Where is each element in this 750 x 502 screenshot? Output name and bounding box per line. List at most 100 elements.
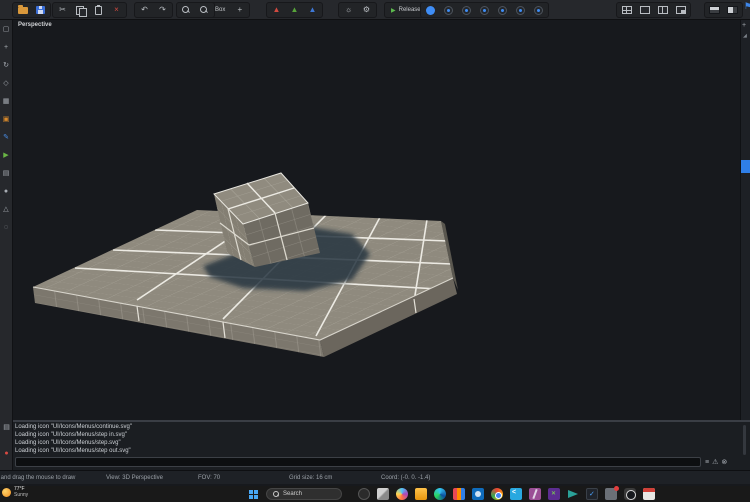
layout-single-button[interactable] <box>636 4 653 17</box>
environment-icon: ☼ <box>345 6 352 14</box>
redo-button[interactable]: ↷ <box>154 4 171 17</box>
task-view-icon[interactable] <box>377 488 389 500</box>
add-tool-button[interactable]: + <box>231 4 248 17</box>
layout-quad-button[interactable] <box>618 4 635 17</box>
open-folder-button[interactable] <box>14 4 31 17</box>
world-sphere-6-button[interactable] <box>512 4 529 17</box>
mesh-tool-icon: ▤ <box>3 170 10 177</box>
windows-taskbar: 77°F Sunny Search <box>0 486 750 502</box>
move-tool-button[interactable]: + <box>1 43 11 52</box>
console-input[interactable] <box>15 457 701 467</box>
outlook-icon[interactable] <box>472 488 484 500</box>
weather-widget[interactable]: 77°F Sunny <box>2 487 28 498</box>
clipboard-app-icon[interactable] <box>643 488 655 500</box>
world-sphere-7-icon <box>534 6 543 15</box>
world-sphere-1-button[interactable] <box>422 4 439 17</box>
console-clear-icon[interactable]: ⊗ <box>721 459 727 466</box>
console-menu-icon[interactable]: ≡ <box>705 459 709 466</box>
snap-tool-button[interactable]: ▦ <box>1 97 11 106</box>
add-panel-button[interactable]: + <box>742 22 746 29</box>
box-brush-tool-icon: ▣ <box>3 116 10 123</box>
camera-tool-icon: △ <box>3 206 8 213</box>
taskbar-search[interactable]: Search <box>266 488 342 500</box>
panel-right-icon <box>727 6 738 14</box>
search-icon <box>273 491 279 497</box>
world-sphere-4-icon <box>480 6 489 15</box>
world-sphere-3-button[interactable] <box>458 4 475 17</box>
start-button[interactable] <box>249 490 258 499</box>
cut-button[interactable]: ✂ <box>54 4 71 17</box>
mesh-tool-button[interactable]: ▤ <box>1 169 11 178</box>
visual-studio-icon[interactable] <box>529 488 541 500</box>
dev-tool-icon[interactable] <box>548 488 560 500</box>
notification-app-icon[interactable] <box>605 488 617 500</box>
terrain-red-button[interactable]: ▲ <box>268 4 285 17</box>
scrollbar-thumb[interactable] <box>741 160 750 173</box>
rotate-tool-icon: ↻ <box>3 62 9 69</box>
draw-tool-button[interactable]: ✎ <box>1 133 11 142</box>
microsoft-store-icon[interactable] <box>453 488 465 500</box>
3d-viewport[interactable]: Perspective <box>13 20 740 420</box>
layout-single-icon <box>640 6 650 14</box>
move-tool-icon: + <box>4 44 8 51</box>
edge-browser-icon[interactable] <box>434 488 446 500</box>
paste-button[interactable] <box>90 4 107 17</box>
open-folder-icon <box>18 7 28 14</box>
zoom-out-button[interactable] <box>196 4 213 17</box>
file-explorer-icon[interactable] <box>415 488 427 500</box>
vscode-icon[interactable] <box>510 488 522 500</box>
delete-button[interactable]: × <box>108 4 125 17</box>
terrain-green-icon: ▲ <box>291 6 299 14</box>
paste-icon <box>95 6 102 15</box>
copy-icon <box>76 6 85 15</box>
toolbar-group: ☼⚙ <box>338 2 377 18</box>
search-placeholder: Search <box>283 491 302 497</box>
cube-brush[interactable] <box>214 173 320 267</box>
toolbar-group <box>176 2 215 18</box>
copy-button[interactable] <box>72 4 89 17</box>
layout-split-button[interactable] <box>654 4 671 17</box>
level-editor-active-icon[interactable] <box>624 488 636 500</box>
layout-mixed-button[interactable] <box>672 4 689 17</box>
rotate-tool-button[interactable]: ↻ <box>1 61 11 70</box>
options-tool-button[interactable]: ◌ <box>1 223 11 232</box>
undo-button[interactable]: ↶ <box>136 4 153 17</box>
entity-tool-button[interactable]: ● <box>1 187 11 196</box>
panel-right-button[interactable] <box>724 4 741 17</box>
console-warnings-icon[interactable]: ⚠ <box>712 459 718 466</box>
world-sphere-7-button[interactable] <box>530 4 547 17</box>
checkmark-app-icon[interactable] <box>586 488 598 500</box>
save-button[interactable] <box>32 4 49 17</box>
terrain-blue-button[interactable]: ▲ <box>304 4 321 17</box>
pin-flag-icon: ⚑ <box>744 1 750 12</box>
camera-tool-button[interactable]: △ <box>1 205 11 214</box>
taskbar-icons <box>358 488 655 500</box>
box-brush-tool-button[interactable]: ▣ <box>1 115 11 124</box>
error-indicator-button[interactable]: ● <box>2 449 12 458</box>
messaging-app-icon[interactable] <box>567 488 579 500</box>
copilot-icon[interactable] <box>396 488 408 500</box>
world-sphere-2-button[interactable] <box>440 4 457 17</box>
world-sphere-4-button[interactable] <box>476 4 493 17</box>
console-scrollbar[interactable] <box>743 425 746 455</box>
terrain-green-button[interactable]: ▲ <box>286 4 303 17</box>
console-panel-button[interactable]: ▤ <box>2 423 12 432</box>
toolbar-group <box>616 2 691 18</box>
main-toolbar: ▸ Box + ▶ Release ▾ ⚑ ✂×↶↷▲▲▲☼⚙ <box>0 0 750 20</box>
layout-quad-icon <box>622 6 632 14</box>
layout-split-icon <box>658 6 668 14</box>
settings-gear-icon: ⚙ <box>363 6 370 14</box>
chrome-icon[interactable] <box>491 488 503 500</box>
environment-button[interactable]: ☼ <box>340 4 357 17</box>
settings-gear-button[interactable]: ⚙ <box>358 4 375 17</box>
play-tool-button[interactable]: ▶ <box>1 151 11 160</box>
undo-icon: ↶ <box>141 6 148 14</box>
select-tool-button[interactable]: ▢ <box>1 25 11 34</box>
scene-canvas <box>13 20 740 420</box>
status-coord: Coord: (-0. 0. -1.4) <box>381 475 430 481</box>
world-sphere-5-button[interactable] <box>494 4 511 17</box>
zoom-in-button[interactable] <box>178 4 195 17</box>
tray-app-icon[interactable] <box>358 488 370 500</box>
scale-tool-button[interactable]: ◇ <box>1 79 11 88</box>
panel-bottom-button[interactable] <box>706 4 723 17</box>
